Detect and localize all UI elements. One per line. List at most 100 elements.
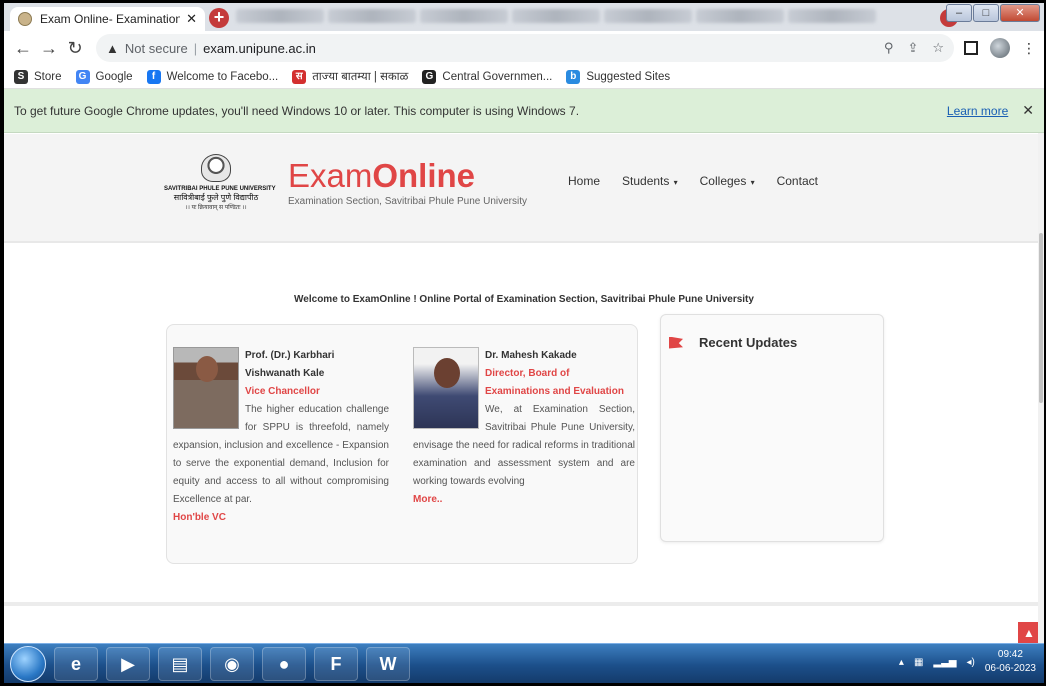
university-crest-icon	[201, 154, 231, 182]
tab-title: Exam Online- Examination Sectio	[40, 12, 181, 26]
bookmark-item[interactable]: G Google	[75, 69, 133, 84]
screen: Exam Online- Examination Sectio ✕ + ▾ – …	[4, 3, 1044, 683]
learn-more-link[interactable]: Learn more	[947, 104, 1008, 118]
caret-down-icon: ▾	[671, 178, 678, 187]
nav-item-label: Home	[568, 174, 601, 188]
nav-item-label: Students	[622, 174, 670, 188]
menu-kebab-icon[interactable]: ⋮	[1022, 40, 1036, 57]
flag-icon	[669, 336, 683, 349]
background-tabs[interactable]	[236, 9, 876, 25]
forward-button[interactable]: →	[38, 38, 60, 59]
start-button[interactable]	[10, 646, 46, 682]
nav-item-students[interactable]: Students ▾	[622, 174, 678, 188]
director-block: Dr. Mahesh Kakade Director, Board of Exa…	[413, 347, 635, 509]
bookmark-star-icon[interactable]: ☆	[932, 40, 944, 56]
internet-explorer-icon[interactable]: e	[54, 647, 98, 681]
reload-button[interactable]: ↻	[64, 38, 86, 59]
app-f-icon[interactable]: F	[314, 647, 358, 681]
nav-item-label: Contact	[776, 174, 818, 188]
bookmark-label: Store	[34, 70, 62, 83]
director-more-link[interactable]: More..	[413, 491, 635, 509]
minimize-button[interactable]: –	[946, 4, 972, 22]
honble-vc-link[interactable]: Hon'ble VC	[173, 509, 389, 527]
nav-item-contact[interactable]: Contact	[777, 174, 818, 188]
url-text[interactable]: exam.unipune.ac.in	[203, 41, 316, 56]
taskbar-clock[interactable]: 09:42 06-06-2023	[985, 648, 1036, 676]
tray-expand-icon[interactable]: ▴	[899, 657, 904, 668]
new-tab-button[interactable]: +	[209, 8, 229, 28]
bookmark-favicon-icon: G	[422, 69, 437, 84]
caret-down-icon: ▾	[748, 178, 755, 187]
brand-title: ExamOnline	[288, 157, 476, 194]
warning-icon[interactable]: ▲	[106, 41, 119, 56]
bookmarks-bar: S Store G Google f Welcome to Facebo... स ताज्य…	[4, 65, 1044, 89]
director-photo	[413, 347, 479, 429]
bookmark-item[interactable]: f Welcome to Facebo...	[146, 69, 279, 84]
media-player-icon[interactable]: ▶	[106, 647, 150, 681]
background-tab[interactable]	[236, 9, 324, 23]
recent-updates-title: Recent Updates	[699, 335, 798, 350]
vice-chancellor-photo	[173, 347, 239, 429]
bookmark-label: Welcome to Facebo...	[166, 70, 279, 83]
footer-divider	[4, 602, 1044, 606]
background-tab[interactable]	[328, 9, 416, 23]
background-tab[interactable]	[512, 9, 600, 23]
system-tray: ▴ ▦ ▂▃▅ ◂) 09:42 06-06-2023	[899, 648, 1036, 676]
url-separator: |	[193, 40, 198, 56]
zoom-icon[interactable]: ⚲	[884, 40, 894, 56]
update-infobar: To get future Google Chrome updates, you…	[4, 89, 1044, 133]
site-brand[interactable]: ExamOnline Examination Section, Savitrib…	[288, 157, 527, 208]
bookmark-favicon-icon: स	[292, 69, 307, 84]
tray-network-icon[interactable]: ▦	[914, 657, 923, 668]
background-tab[interactable]	[420, 9, 508, 23]
maximize-button[interactable]: □	[973, 4, 999, 22]
bookmark-favicon-icon: f	[146, 69, 161, 84]
tray-volume-icon[interactable]: ◂)	[966, 657, 974, 668]
logo-marathi-name: सावित्रीबाई फुले पुणे विद्यापीठ	[173, 193, 259, 202]
site-header: SAVITRIBAI PHULE PUNE UNIVERSITY सावित्र…	[4, 134, 1044, 243]
profile-avatar[interactable]	[990, 38, 1010, 58]
bookmark-label: Suggested Sites	[586, 70, 671, 83]
address-bar[interactable]: ▲ Not secure | exam.unipune.ac.in ⚲ ⇪ ☆	[96, 34, 954, 62]
bookmark-favicon-icon: S	[14, 69, 28, 84]
word-icon[interactable]: W	[366, 647, 410, 681]
welcome-message: Welcome to ExamOnline ! Online Portal of…	[294, 294, 754, 305]
bookmark-label: Google	[95, 70, 133, 83]
infobar-close-icon[interactable]: ✕	[1022, 102, 1034, 119]
background-tab[interactable]	[696, 9, 784, 23]
bookmark-label: ताज्या बातम्या | सकाळ	[312, 71, 409, 83]
clock-time: 09:42	[997, 649, 1023, 660]
leadership-card: Prof. (Dr.) Karbhari Vishwanath Kale Vic…	[166, 324, 638, 564]
recent-updates-panel: Recent Updates	[660, 314, 884, 542]
share-icon[interactable]: ⇪	[907, 40, 918, 56]
window-controls: – □ ✕	[946, 4, 1040, 22]
side-panel-icon[interactable]	[964, 41, 978, 55]
bookmark-label: Central Governmen...	[442, 70, 553, 83]
vice-chancellor-block: Prof. (Dr.) Karbhari Vishwanath Kale Vic…	[173, 347, 389, 527]
bookmark-item[interactable]: b Suggested Sites	[566, 69, 671, 84]
university-logo[interactable]: SAVITRIBAI PHULE PUNE UNIVERSITY सावित्र…	[164, 154, 276, 211]
active-tab[interactable]: Exam Online- Examination Sectio ✕	[10, 7, 205, 31]
close-window-button[interactable]: ✕	[1000, 4, 1040, 22]
page-scrollbar[interactable]	[1038, 133, 1044, 643]
bookmark-item[interactable]: S Store	[14, 69, 62, 84]
background-tab[interactable]	[788, 9, 876, 23]
nav-item-colleges[interactable]: Colleges ▾	[700, 174, 755, 188]
background-tab[interactable]	[604, 9, 692, 23]
nav-item-home[interactable]: Home	[568, 174, 600, 188]
firefox-icon[interactable]: ●	[262, 647, 306, 681]
file-explorer-icon[interactable]: ▤	[158, 647, 202, 681]
web-page: SAVITRIBAI PHULE PUNE UNIVERSITY सावित्र…	[4, 134, 1044, 644]
scrollbar-thumb[interactable]	[1039, 233, 1043, 403]
bookmark-item[interactable]: G Central Governmen...	[422, 69, 553, 84]
bookmark-item[interactable]: स ताज्या बातम्या | सकाळ	[292, 69, 408, 84]
scroll-to-top-button[interactable]: ▲	[1018, 622, 1040, 644]
tab-close-icon[interactable]: ✕	[186, 11, 197, 27]
chrome-icon[interactable]: ◉	[210, 647, 254, 681]
windows-taskbar: e ▶ ▤ ◉ ● F W ▴ ▦ ▂▃▅ ◂) 09:42 06-06-202…	[4, 643, 1044, 683]
tray-signal-icon[interactable]: ▂▃▅	[933, 657, 956, 668]
logo-motto: ।। यः क्रियावान् स पण्डितः ।।	[185, 205, 247, 211]
back-button[interactable]: ←	[12, 38, 34, 59]
tab-strip: Exam Online- Examination Sectio ✕ + ▾ – …	[4, 3, 1044, 31]
bookmark-favicon-icon: G	[75, 69, 90, 84]
